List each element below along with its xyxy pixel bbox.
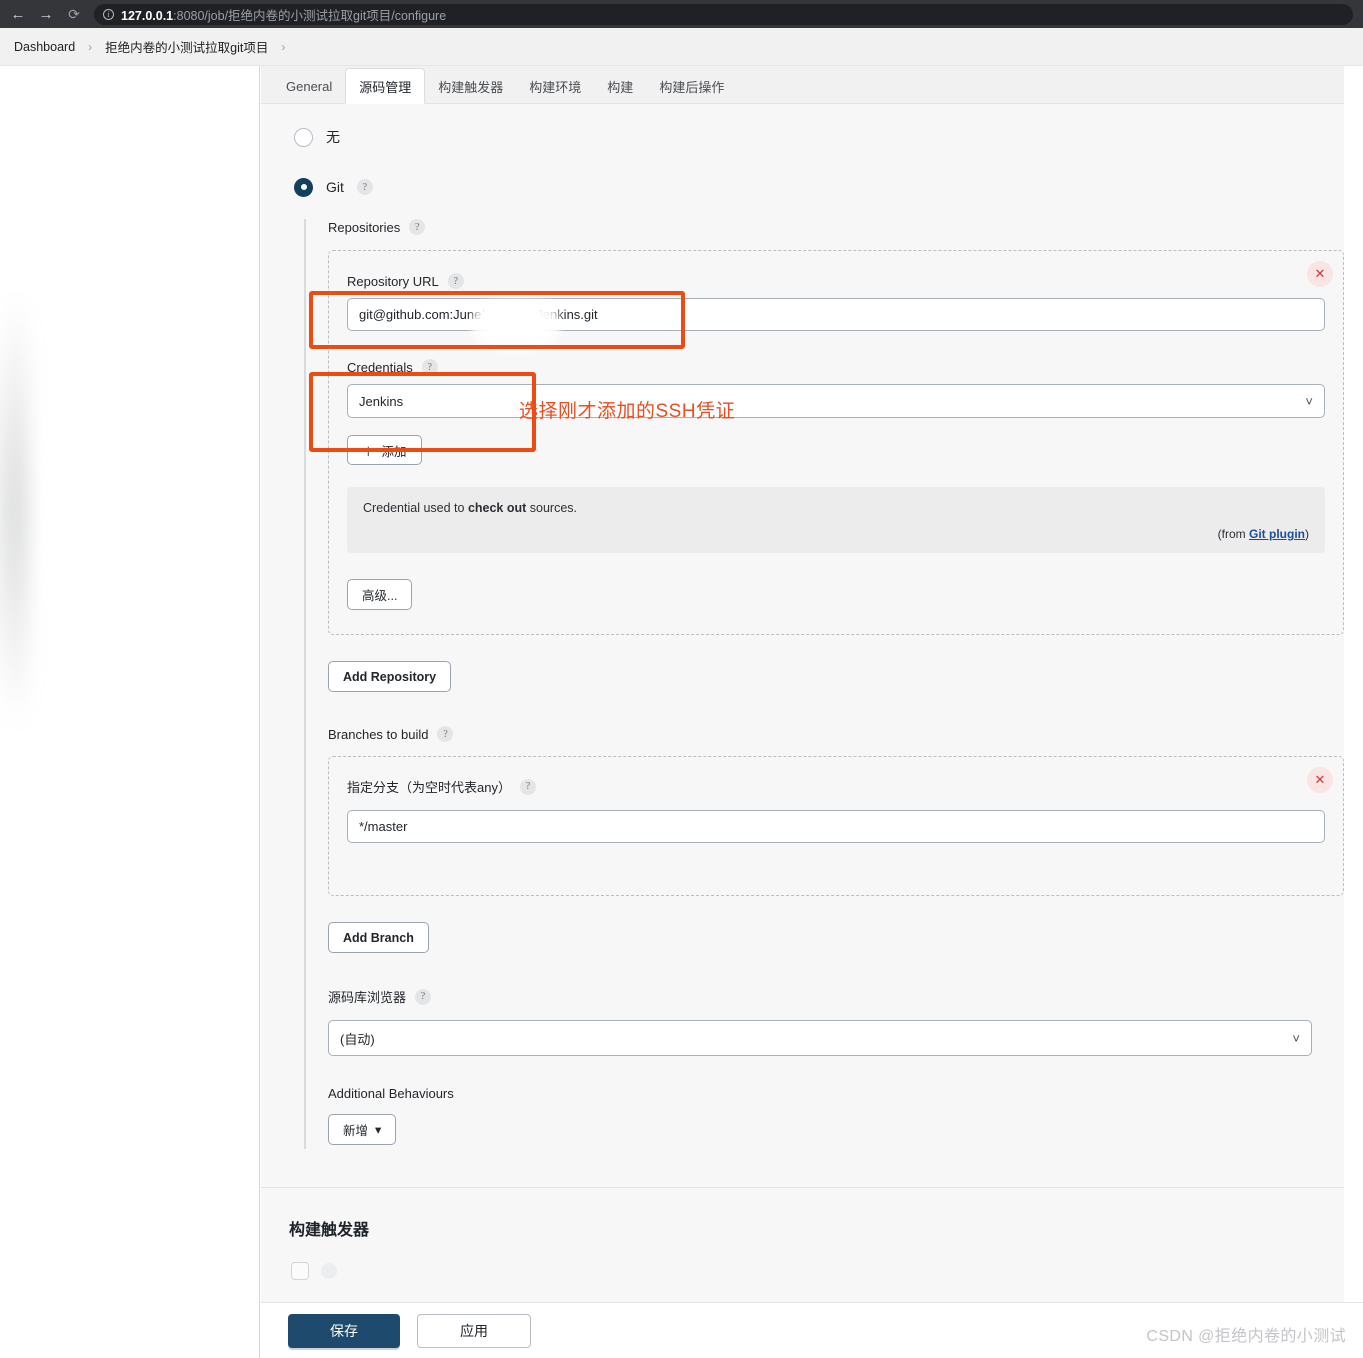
scm-option-git[interactable]: Git ? [261,173,1344,201]
tab-build[interactable]: 构建 [594,70,646,103]
git-config-section: Repositories ? ✕ Repository URL ? Creden… [304,219,1344,1149]
browser-toolbar: ← → ⟳ i 127.0.0.1:8080/job/拒绝内卷的小测试拉取git… [0,0,1363,28]
add-repository-button[interactable]: Add Repository [328,661,452,692]
chevron-down-icon-repo-browser: ˅ [1292,1030,1300,1046]
additional-behaviours-text: Additional Behaviours [328,1086,454,1101]
address-bar[interactable]: i 127.0.0.1:8080/job/拒绝内卷的小测试拉取git项目/con… [94,3,1353,25]
branch-spec-label: 指定分支（为空时代表any） [347,780,511,795]
configure-form-content: General 源码管理 构建触发器 构建环境 构建 构建后操作 无 Git ? [261,66,1344,1358]
branch-spec-label-row: 指定分支（为空时代表any） ? [347,777,1325,796]
breadcrumb-separator-icon: › [88,39,93,54]
remove-repository-button[interactable]: ✕ [1307,261,1333,287]
add-behaviour-button[interactable]: 新增 ▾ [328,1114,397,1145]
add-credentials-button[interactable]: ＋ 添加 [347,435,422,465]
config-tabs: General 源码管理 构建触发器 构建环境 构建 构建后操作 [261,66,1344,104]
repository-url-label: Repository URL [347,273,439,289]
annotation-ssh-hint: 选择刚才添加的SSH凭证 [519,401,736,422]
reload-icon[interactable]: ⟳ [60,2,88,26]
back-arrow-icon[interactable]: ← [4,2,32,26]
breadcrumb: Dashboard › 拒绝内卷的小测试拉取git项目 › [0,28,1363,66]
credential-note-pre: Credential used to [363,501,468,515]
repositories-label: Repositories [328,219,401,235]
url-host: 127.0.0.1 [121,8,174,23]
remove-branch-button[interactable]: ✕ [1307,767,1333,793]
scm-section: 无 Git ? Repositories ? ✕ Repository URL [261,104,1344,1280]
radio-none[interactable] [294,127,313,147]
help-icon-repository-url[interactable]: ? [447,273,464,289]
branch-block: ✕ 指定分支（为空时代表any） ? [328,756,1344,896]
branches-to-build-label: Branches to build [328,726,429,742]
credentials-selected-value: Jenkins [359,393,404,409]
plus-icon: ＋ [362,444,375,459]
tab-general[interactable]: General [273,70,345,103]
watermark: CSDN @拒绝内卷的小测试 [1146,1328,1346,1345]
scm-option-none[interactable]: 无 [261,123,1344,151]
build-triggers-title: 构建触发器 [289,1222,370,1239]
breadcrumb-item-dashboard[interactable]: Dashboard [10,40,79,54]
repository-browser-select[interactable]: (自动) ˅ [328,1020,1312,1056]
repository-browser-label: 源码库浏览器 [328,990,407,1005]
additional-behaviours-label: Additional Behaviours [328,1086,1344,1101]
save-button[interactable]: 保存 [288,1313,400,1348]
repository-block: ✕ Repository URL ? Credentials ? Jenkins… [328,250,1344,635]
radio-none-label: 无 [326,129,340,145]
tab-post-build[interactable]: 构建后操作 [646,70,737,103]
chevron-down-icon-credentials: ˅ [1305,393,1313,409]
branches-label-row: Branches to build ? [328,726,1344,742]
address-bar-url: 127.0.0.1:8080/job/拒绝内卷的小测试拉取git项目/confi… [121,5,446,24]
add-branch-button[interactable]: Add Branch [328,922,429,953]
url-path: :8080/job/拒绝内卷的小测试拉取git项目/configure [173,8,447,23]
add-behaviour-label: 新增 [343,1124,369,1138]
breadcrumb-separator-icon-2: › [281,39,286,54]
git-plugin-link[interactable]: Git plugin [1249,527,1305,541]
tab-build-triggers[interactable]: 构建触发器 [425,70,516,103]
help-icon-repositories[interactable]: ? [409,219,426,235]
radio-git-label: Git [326,179,344,195]
help-icon-trigger[interactable] [321,1263,337,1279]
credential-note-post: sources. [526,501,578,515]
branch-spec-input[interactable] [347,810,1325,843]
credentials-label-row: Credentials ? [347,359,1325,375]
add-repository-row: Add Repository [328,661,1344,692]
repository-browser-value: (自动) [340,1031,375,1047]
help-icon-git[interactable]: ? [356,179,373,195]
advanced-button[interactable]: 高级... [347,579,413,610]
caret-down-icon: ▾ [375,1123,382,1137]
apply-button[interactable]: 应用 [417,1313,531,1348]
sidebar-blur-smudge [0,296,30,726]
tab-build-environment[interactable]: 构建环境 [516,70,594,103]
tab-scm[interactable]: 源码管理 [345,68,426,104]
plugin-attribution: (from Git plugin) [363,527,1309,541]
right-gutter [1344,66,1363,1358]
repository-url-input[interactable] [347,298,1325,331]
from-prefix: (from [1217,527,1249,541]
repo-browser-label-row: 源码库浏览器 ? [328,987,1344,1006]
radio-git[interactable] [294,177,313,197]
forward-arrow-icon[interactable]: → [32,2,60,26]
credentials-label: Credentials [347,359,413,375]
add-branch-row: Add Branch [328,922,1344,953]
credentials-select[interactable]: Jenkins ˅ [347,384,1325,418]
add-credentials-label: 添加 [381,444,407,459]
help-icon-branch-spec[interactable]: ? [519,778,536,795]
repositories-label-row: Repositories ? [328,219,1344,235]
repository-url-label-row: Repository URL ? [347,273,1325,289]
help-icon-branches[interactable]: ? [437,726,454,742]
credential-note-panel: Credential used to check out sources. (f… [347,487,1325,553]
help-icon-repo-browser[interactable]: ? [415,988,432,1005]
page-body: General 源码管理 构建触发器 构建环境 构建 构建后操作 无 Git ? [0,66,1363,1358]
from-suffix: ) [1305,527,1309,541]
help-icon-credentials[interactable]: ? [421,359,438,375]
trigger-option-row[interactable] [261,1262,1344,1280]
breadcrumb-item-job[interactable]: 拒绝内卷的小测试拉取git项目 [101,37,272,56]
credential-note-bold: check out [467,501,527,515]
site-info-icon[interactable]: i [103,8,114,20]
trigger-checkbox[interactable] [291,1262,309,1280]
sidebar-pane [0,66,260,1358]
